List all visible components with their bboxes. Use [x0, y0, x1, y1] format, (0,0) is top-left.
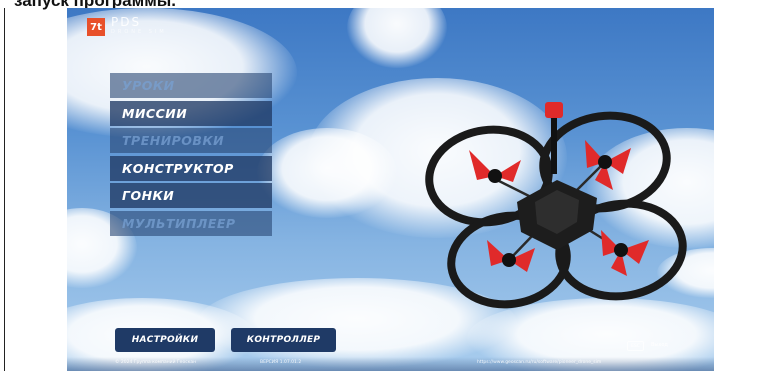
- quadcopter-drone-icon: [425, 102, 687, 309]
- exit-button[interactable]: Выход: [651, 342, 668, 348]
- menu-item-constructor[interactable]: КОНСТРУКТОР: [110, 155, 272, 181]
- app-logo: 7t PDS DRONE SIM: [87, 16, 167, 37]
- cloud-top-center: [347, 8, 447, 68]
- esc-key-icon: ESC: [627, 341, 644, 351]
- geoscan-logo-icon: 7t: [87, 18, 105, 36]
- app-logo-text: PDS DRONE SIM: [111, 16, 167, 37]
- main-menu: УРОКИ МИССИИ ТРЕНИРОВКИ КОНСТРУКТОР ГОНК…: [110, 73, 272, 238]
- version-text: ВЕРСИЯ 1.07.01.2: [260, 360, 302, 365]
- website-link[interactable]: https://www.geoscan.ru/ru/software/pione…: [477, 360, 601, 365]
- app-window: 7t PDS DRONE SIM УРОКИ МИССИИ ТРЕНИРОВКИ…: [67, 8, 714, 371]
- cloud-center-small: [257, 128, 397, 218]
- copyright-text: © 2024 Группа компаний Геоскан: [115, 360, 197, 365]
- menu-item-lessons[interactable]: УРОКИ: [110, 73, 272, 98]
- menu-item-missions[interactable]: МИССИИ: [110, 100, 272, 126]
- app-subname: DRONE SIM: [111, 29, 167, 35]
- settings-button[interactable]: НАСТРОЙКИ: [115, 328, 215, 352]
- menu-item-races[interactable]: ГОНКИ: [110, 183, 272, 208]
- menu-item-training[interactable]: ТРЕНИРОВКИ: [110, 128, 272, 153]
- menu-item-multiplayer[interactable]: МУЛЬТИПЛЕЕР: [110, 210, 272, 236]
- controller-button[interactable]: КОНТРОЛЛЕР: [231, 328, 336, 352]
- document-left-rule: [4, 8, 5, 371]
